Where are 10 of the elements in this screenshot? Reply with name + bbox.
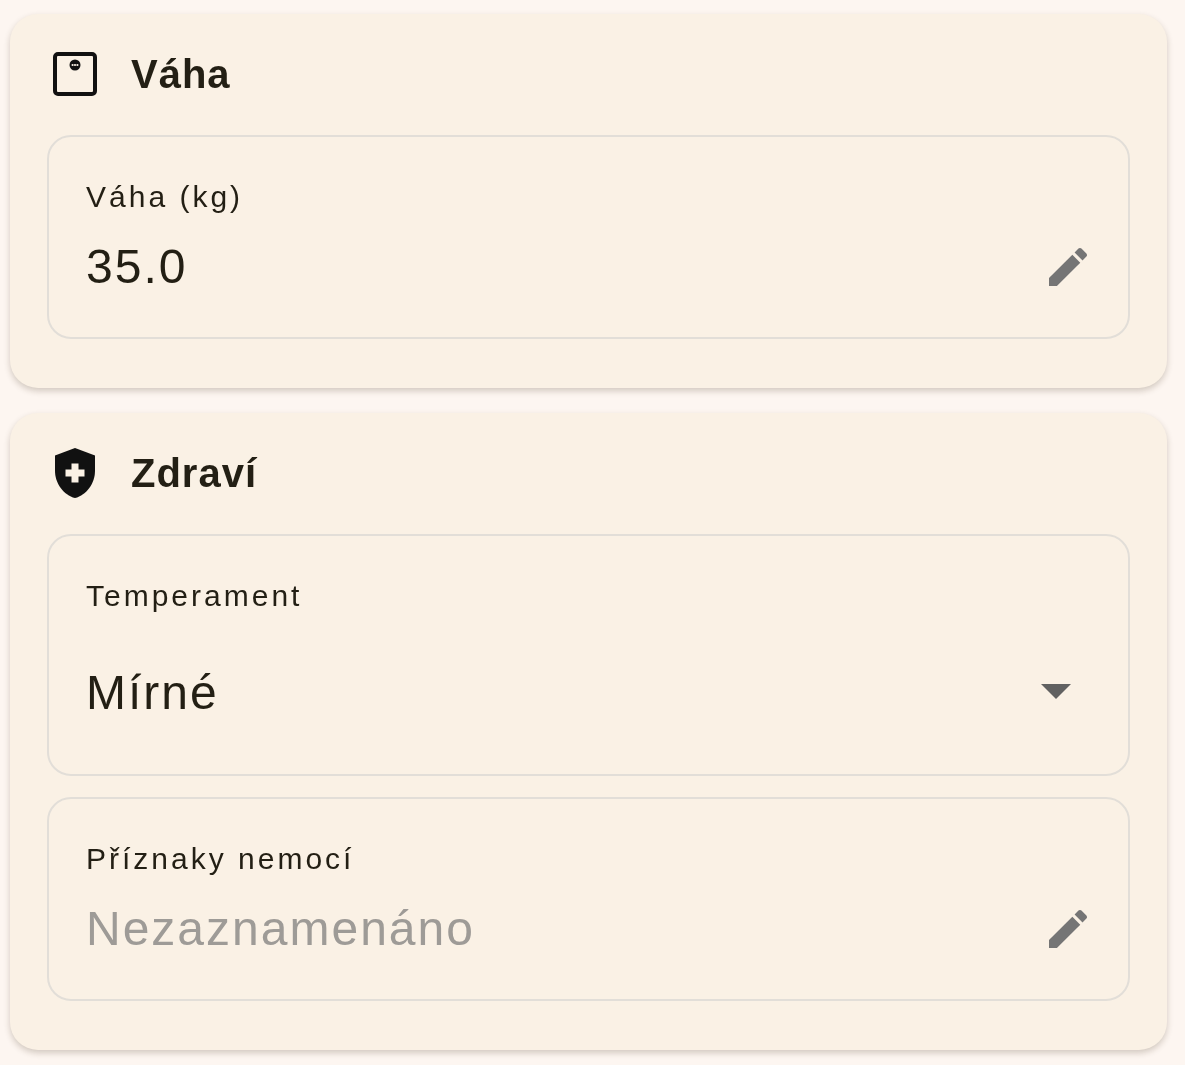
scale-icon [53,52,97,96]
shield-cross-icon [54,448,96,498]
pencil-icon [1049,248,1087,286]
dropdown-field[interactable]: Temperament Mírné [47,534,1130,776]
caret-down-icon [1041,684,1071,699]
text-field[interactable]: Příznaky nemocí Nezaznamenáno [47,797,1130,1001]
pencil-icon [1049,910,1087,948]
section-title: Zdraví [131,450,258,497]
text-field[interactable]: Váha (kg) 35.0 [47,135,1130,339]
section-title: Váha [131,51,231,98]
